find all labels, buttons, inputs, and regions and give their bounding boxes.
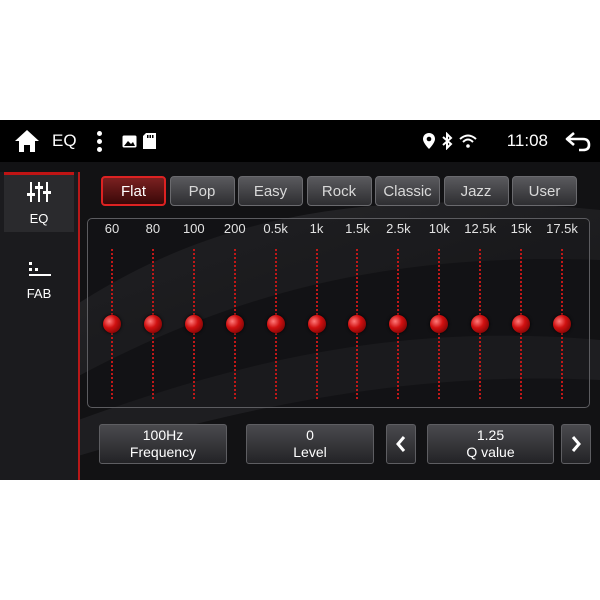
slider-knob[interactable] [184,315,203,333]
frequency-labels: 60 80 100 200 0.5k 1k 1.5k 2.5k 10k 12.5k 15k 17.5k [88,221,589,241]
band-slider[interactable] [470,249,490,399]
slider-knob[interactable] [430,315,449,333]
band-slider[interactable] [388,249,408,399]
tab-preset[interactable]: Easy [238,176,303,206]
level-display[interactable]: 0 Level [246,424,374,464]
band-frequency-label: 100 [182,221,205,236]
level-label: Level [293,444,327,460]
band-slider[interactable] [143,249,163,399]
home-icon[interactable] [12,126,42,156]
slider-knob[interactable] [512,315,531,333]
back-icon[interactable] [564,127,592,155]
q-decrease-button[interactable] [386,424,416,464]
slider-knob[interactable] [143,315,162,333]
tab-preset[interactable]: Flat [101,176,166,206]
band-frequency-label: 1.5k [345,221,370,236]
sidebar-item-label: FAB [26,285,52,301]
frequency-value: 100Hz [142,427,184,443]
gallery-icon [122,135,137,147]
frequency-display[interactable]: 100Hz Frequency [99,424,227,464]
slider-knob[interactable] [389,315,408,333]
eq-band-panel: 60 80 100 200 0.5k 1k 1.5k 2.5k 10k 12.5k 15k 17.5k [87,218,590,408]
sidebar-item-fab[interactable]: FAB [4,250,74,310]
bluetooth-icon [442,132,453,150]
sd-card-icon [142,133,156,149]
clock: 11:08 [506,131,548,150]
band-frequency-label: 200 [223,221,246,236]
location-icon [422,133,435,149]
slider-knob[interactable] [471,315,490,333]
band-slider[interactable] [347,249,367,399]
band-slider[interactable] [307,249,327,399]
band-frequency-label: 2.5k [386,221,411,236]
band-slider[interactable] [102,249,122,399]
tab-preset[interactable]: Rock [306,176,372,206]
sidebar-item-label: EQ [29,211,49,226]
band-slider[interactable] [266,249,286,399]
band-frequency-label: 1k [309,221,324,236]
level-value: 0 [306,427,314,443]
band-slider[interactable] [429,249,449,399]
q-value: 1.25 [476,427,505,443]
wifi-icon [459,134,477,148]
status-bar: EQ 11:08 [0,120,600,162]
band-frequency-label: 0.5k [263,221,288,236]
eq-screen: EQ 11:08 EQ FAB Flat Pop Easy Rock Class… [0,120,600,480]
slider-knob[interactable] [553,315,571,333]
slider-knob[interactable] [348,315,367,333]
sidebar-divider [78,172,80,480]
slider-knob[interactable] [225,315,244,333]
slider-knob[interactable] [307,315,326,333]
frequency-label: Frequency [129,444,197,460]
tab-preset[interactable]: Pop [169,176,235,206]
band-frequency-label: 60 [104,221,120,236]
chevron-right-icon [571,436,581,452]
q-value-display[interactable]: 1.25 Q value [427,424,554,464]
app-title: EQ [52,131,77,150]
tab-preset[interactable]: Classic [375,176,440,206]
sidebar-item-eq[interactable]: EQ [4,172,74,232]
q-increase-button[interactable] [561,424,591,464]
tab-preset[interactable]: Jazz [443,176,509,206]
band-frequency-label: 17.5k [546,221,578,236]
equalizer-sliders-icon [27,182,51,202]
band-frequency-label: 10k [428,221,450,236]
preset-tabs: Flat Pop Easy Rock Classic Jazz User [101,176,581,206]
menu-dots-icon[interactable] [93,127,106,156]
slider-knob[interactable] [103,315,121,333]
fader-balance-icon [29,261,51,276]
band-frequency-label: 80 [145,221,161,236]
band-slider[interactable] [184,249,204,399]
band-slider[interactable] [552,249,572,399]
band-slider[interactable] [511,249,531,399]
band-frequency-label: 15k [510,221,532,236]
slider-knob[interactable] [266,315,285,333]
tab-preset[interactable]: User [512,176,577,206]
q-label: Q value [466,444,515,460]
band-slider[interactable] [225,249,245,399]
chevron-left-icon [396,436,406,452]
band-frequency-label: 12.5k [464,221,497,236]
